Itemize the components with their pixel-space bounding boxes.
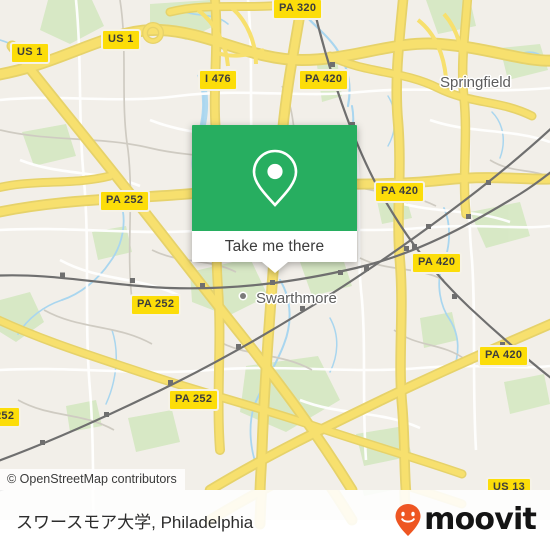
place-label-text: Swarthmore <box>256 290 337 307</box>
road-shield: PA 420 <box>374 181 426 203</box>
place-label-text: Springfield <box>440 74 511 91</box>
place-label-swarthmore: Swarthmore <box>240 290 337 307</box>
road-shield: PA 252 <box>99 190 151 212</box>
moovit-pin-icon <box>395 504 421 536</box>
road-shield: PA 252 <box>168 389 220 411</box>
road-shield: 252 <box>0 406 22 428</box>
take-me-there-button[interactable]: Take me there <box>225 238 325 256</box>
road-shield: PA 420 <box>298 69 350 91</box>
moovit-wordmark: moovit <box>424 502 537 537</box>
map-viewport[interactable]: US 1 US 1 PA 320 I 476 PA 420 PA 252 PA … <box>0 0 550 490</box>
road-shield: US 1 <box>10 42 50 64</box>
location-popup-card[interactable]: Take me there <box>192 125 357 273</box>
location-title: スワースモア大学, Philadelphia <box>16 512 254 532</box>
moovit-logo[interactable]: moovit <box>394 502 537 537</box>
moovit-map-screenshot: US 1 US 1 PA 320 I 476 PA 420 PA 252 PA … <box>0 0 550 550</box>
road-shield: PA 420 <box>478 345 530 367</box>
road-shield: PA 420 <box>411 252 463 274</box>
location-pin-icon <box>252 149 297 207</box>
place-dot-icon <box>240 293 246 299</box>
place-label-springfield: Springfield <box>440 74 511 91</box>
popup-action-bar[interactable]: Take me there <box>192 231 357 262</box>
road-shield: PA 252 <box>130 294 182 316</box>
popup-pointer-tail <box>261 262 288 273</box>
popup-header <box>192 125 357 231</box>
road-shield: US 13 <box>486 477 533 490</box>
footer-bar: スワースモア大学, Philadelphia moovit <box>0 490 550 550</box>
road-shield: US 1 <box>101 29 141 51</box>
road-shield: I 476 <box>198 69 238 91</box>
road-shield: PA 320 <box>272 0 324 20</box>
osm-attribution[interactable]: © OpenStreetMap contributors <box>0 469 185 490</box>
